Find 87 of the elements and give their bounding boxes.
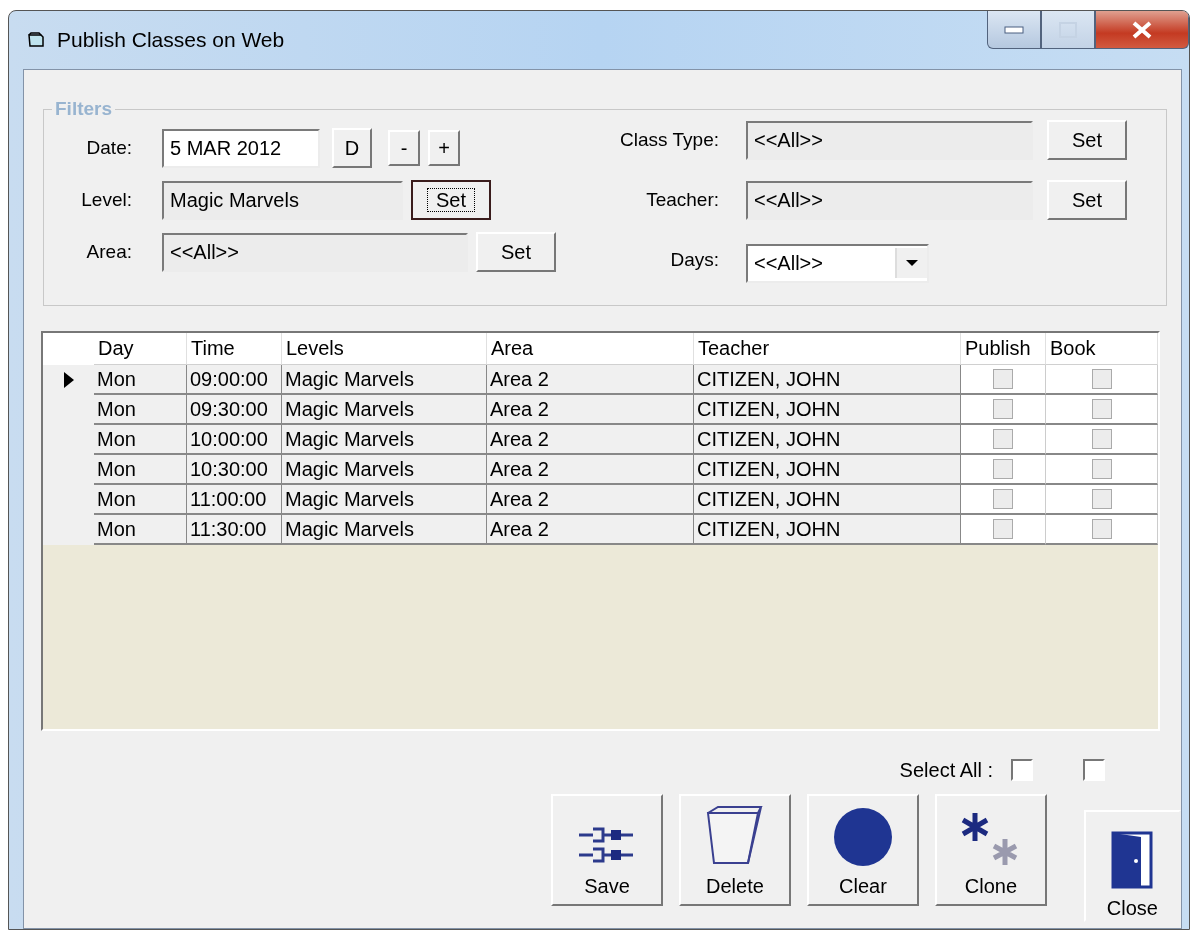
date-button[interactable]: + [428,130,460,166]
table-cell: 11:00:00 [187,485,282,515]
table-cell: 11:30:00 [187,515,282,545]
set-button[interactable]: Set [1047,180,1127,220]
column-header[interactable]: Publish [961,333,1046,365]
window-icon [27,31,47,49]
column-header[interactable]: Levels [282,333,487,365]
group-title: Filters [54,98,114,120]
clear-button[interactable]: Clear [806,794,919,906]
table-cell: Magic Marvels [282,395,487,425]
door-icon [1111,831,1154,889]
table-cell: CITIZEN, JOHN [694,515,961,545]
readonly-field[interactable]: <<All>> [746,120,1033,160]
publish-checkbox[interactable] [993,489,1013,509]
readonly-field[interactable]: <<All>> [162,232,468,272]
close-button[interactable]: Close [1083,810,1181,922]
table-cell: Area 2 [487,455,694,485]
days-dropdown[interactable]: <<All>> [746,243,929,283]
set-button[interactable]: Set [411,180,491,220]
field-label: Area: [85,241,132,263]
delete-button[interactable]: Delete [678,794,791,906]
close-button[interactable] [1095,11,1189,49]
field-label: Teacher: [645,189,719,211]
readonly-field[interactable]: Magic Marvels [162,180,403,220]
window-title: Publish Classes on Web [57,28,285,52]
book-checkbox[interactable] [1091,369,1112,389]
set-button[interactable]: Set [476,232,556,272]
table-cell: 10:30:00 [187,455,282,485]
table-cell: 09:00:00 [187,365,282,395]
table-cell: CITIZEN, JOHN [694,365,961,395]
select-all-label: Select All : [899,758,993,782]
table-cell: CITIZEN, JOHN [694,425,961,455]
minimize-button[interactable] [987,11,1041,49]
table-cell: Magic Marvels [282,515,487,545]
table-cell: CITIZEN, JOHN [694,485,961,515]
table-cell: Mon [94,365,187,395]
table-cell: Area 2 [487,395,694,425]
table-cell: CITIZEN, JOHN [694,395,961,425]
table-cell: 10:00:00 [187,425,282,455]
field-label: Days: [669,249,719,271]
book-checkbox[interactable] [1091,399,1112,419]
table-cell: Magic Marvels [282,455,487,485]
select-all-checkbox[interactable] [1011,759,1033,781]
table-cell: Magic Marvels [282,425,487,455]
field-label: Date: [85,137,132,159]
table-cell: Mon [94,425,187,455]
table-cell: Area 2 [487,485,694,515]
date-field[interactable]: 5 MAR 2012 [162,128,320,168]
column-header[interactable]: Day [94,333,187,365]
field-label: Class Type: [619,129,719,151]
table-cell: Mon [94,395,187,425]
table-cell: Mon [94,485,187,515]
publish-checkbox[interactable] [993,459,1013,479]
table-cell: 09:30:00 [187,395,282,425]
book-checkbox[interactable] [1091,519,1112,539]
table-cell: Mon [94,515,187,545]
table-cell: Area 2 [487,365,694,395]
column-header[interactable]: Time [187,333,282,365]
clone-button[interactable]: Clone [934,794,1047,906]
publish-checkbox[interactable] [993,369,1013,389]
table-cell: Magic Marvels [282,485,487,515]
publish-checkbox[interactable] [993,519,1013,539]
close-icon [1131,20,1153,39]
select-all-checkbox[interactable] [1083,759,1105,781]
save-button[interactable]: Save [551,794,663,906]
book-checkbox[interactable] [1091,429,1112,449]
set-button[interactable]: Set [1047,120,1127,160]
book-checkbox[interactable] [1091,459,1112,479]
publish-checkbox[interactable] [993,399,1013,419]
column-header[interactable]: Book [1046,333,1158,365]
table-cell: CITIZEN, JOHN [694,455,961,485]
table-cell: Area 2 [487,425,694,455]
minimize-icon [1004,25,1024,34]
table-cell: Area 2 [487,515,694,545]
table-cell: Mon [94,455,187,485]
current-row-icon [63,372,74,388]
date-button[interactable]: - [388,130,420,166]
bin-icon [704,805,765,867]
publish-checkbox[interactable] [993,429,1013,449]
date-button[interactable]: D [332,128,372,168]
table-cell: Magic Marvels [282,365,487,395]
column-header[interactable]: Teacher [694,333,961,365]
book-checkbox[interactable] [1091,489,1112,509]
readonly-field[interactable]: <<All>> [746,180,1033,220]
circle-icon [832,807,893,867]
field-label: Level: [80,189,132,211]
column-header[interactable]: Area [487,333,694,365]
